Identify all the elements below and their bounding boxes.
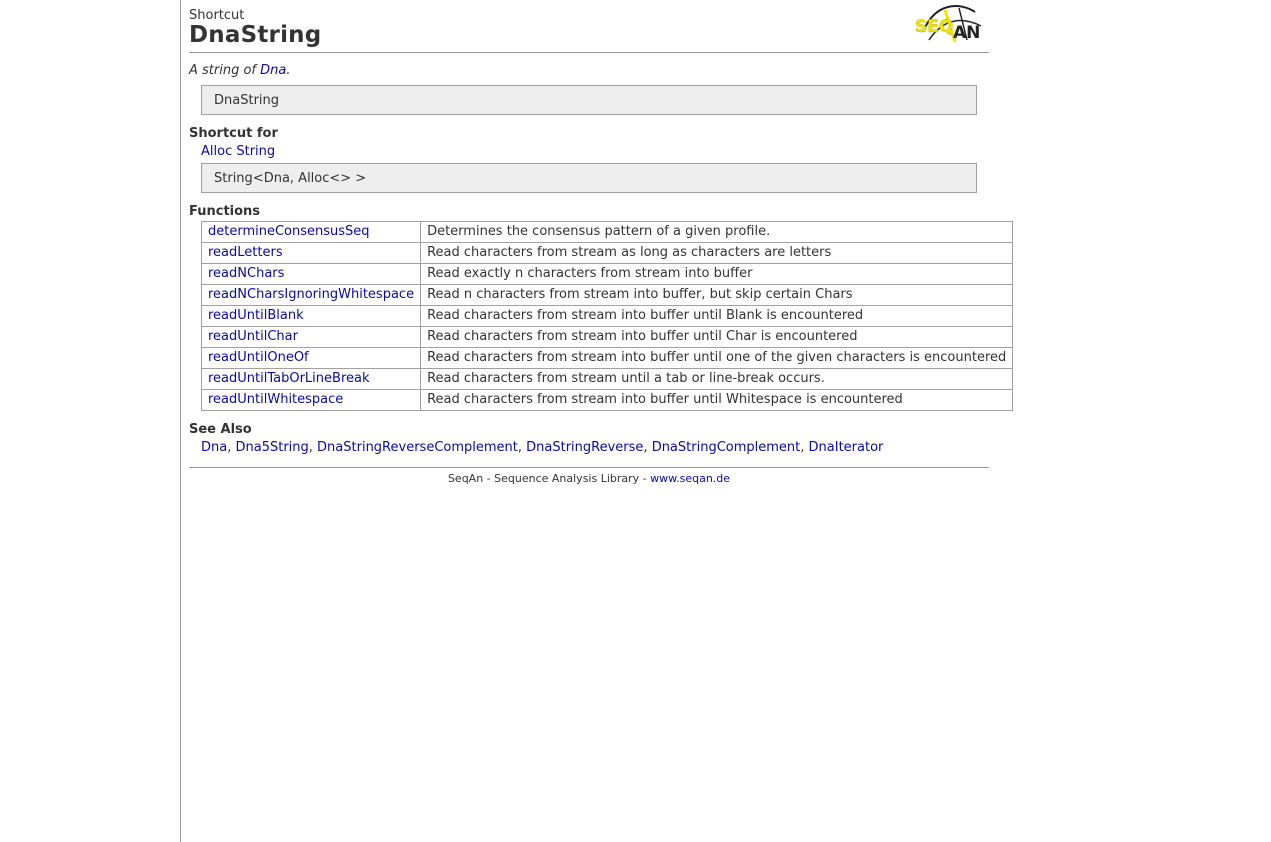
svg-text:SEQ: SEQ [915, 17, 953, 37]
separator: , [517, 440, 527, 455]
seqan-logo[interactable]: SEQ AN [915, 2, 987, 46]
page-header: Shortcut DnaString SEQ AN [189, 0, 989, 53]
footer-seqan-link[interactable]: www.seqan.de [650, 472, 730, 485]
see-also-link[interactable]: DnaStringComplement [652, 440, 801, 455]
footer-text: SeqAn - Sequence Analysis Library - [447, 472, 651, 485]
table-row: readLetters Read characters from stream a… [200, 242, 1014, 264]
function-link[interactable]: readUntilTabOrLineBreak [208, 371, 370, 386]
function-link[interactable]: readNCharsIgnoringWhitespace [208, 287, 414, 302]
table-row: readUntilTabOrLineBreak Read characters f… [200, 368, 1014, 390]
function-link[interactable]: readNChars [208, 266, 284, 281]
table-row: readUntilBlank Read characters from strea… [200, 305, 1014, 327]
function-description: Read n characters from stream into buffe… [420, 284, 1014, 306]
table-row: readUntilWhitespace Read characters from … [200, 389, 1014, 411]
shortcut-for-row: Alloc String [201, 143, 989, 161]
see-also-link[interactable]: DnaStringReverseComplement [317, 440, 518, 455]
functions-heading: Functions [189, 204, 261, 219]
svg-text:AN: AN [953, 23, 980, 43]
alloc-string-link[interactable]: Alloc String [201, 144, 275, 159]
function-name-cell: readUntilWhitespace [200, 389, 422, 411]
function-link[interactable]: readUntilBlank [208, 308, 304, 323]
separator: , [643, 440, 652, 455]
page-title: DnaString [189, 22, 322, 48]
see-also-link[interactable]: Dna5String [235, 440, 308, 455]
function-link[interactable]: readUntilChar [208, 329, 298, 344]
function-name-cell: determineConsensusSeq [200, 221, 422, 243]
table-row: readUntilChar Read characters from stream… [200, 326, 1014, 348]
summary-dna-link[interactable]: Dna [260, 63, 286, 78]
function-name-cell: readUntilOneOf [200, 347, 422, 369]
separator: , [800, 440, 809, 455]
function-description: Read characters from stream into buffer … [420, 326, 1014, 348]
table-row: determineConsensusSeq Determines the cons… [200, 221, 1014, 243]
function-link[interactable]: readUntilOneOf [208, 350, 309, 365]
summary-suffix: . [286, 63, 291, 78]
function-description: Read characters from stream until a tab … [420, 368, 1014, 390]
see-also-heading: See Also [189, 422, 252, 437]
doc-page: Shortcut DnaString SEQ AN A string of Dn… [189, 0, 1014, 485]
table-row: readNCharsIgnoringWhitespace Read n chara… [200, 284, 1014, 306]
signature-box: DnaString [201, 85, 977, 115]
function-link[interactable]: determineConsensusSeq [208, 224, 370, 239]
see-also-link[interactable]: Dna [201, 440, 227, 455]
summary: A string of Dna. [189, 62, 989, 80]
functions-table: determineConsensusSeq Determines the cons… [200, 221, 1014, 411]
function-link[interactable]: readUntilWhitespace [208, 392, 343, 407]
table-row: readUntilOneOf Read characters from strea… [200, 347, 1014, 369]
separator: , [308, 440, 318, 455]
function-description: Determines the consensus pattern of a gi… [420, 221, 1014, 243]
function-name-cell: readLetters [200, 242, 422, 264]
function-link[interactable]: readLetters [208, 245, 283, 260]
function-name-cell: readNChars [200, 263, 422, 285]
function-name-cell: readUntilBlank [200, 305, 422, 327]
function-name-cell: readUntilChar [200, 326, 422, 348]
shortcut-for-heading: Shortcut for [189, 126, 278, 141]
table-row: readNChars Read exactly n characters from… [200, 263, 1014, 285]
left-border-rule [180, 0, 181, 842]
shortcut-code-box: String<Dna, Alloc<> > [201, 163, 977, 193]
function-description: Read exactly n characters from stream in… [420, 263, 1014, 285]
see-also-list: Dna, Dna5String, DnaStringReverseComplem… [201, 439, 989, 457]
see-also-link[interactable]: DnaStringReverse [526, 440, 643, 455]
function-description: Read characters from stream into buffer … [420, 389, 1014, 411]
function-description: Read characters from stream into buffer … [420, 305, 1014, 327]
see-also-link[interactable]: DnaIterator [809, 440, 884, 455]
function-description: Read characters from stream as long as c… [420, 242, 1014, 264]
function-description: Read characters from stream into buffer … [420, 347, 1014, 369]
function-name-cell: readNCharsIgnoringWhitespace [200, 284, 422, 306]
entity-kind: Shortcut [189, 8, 245, 23]
summary-prefix: A string of [189, 63, 261, 78]
footer: SeqAn - Sequence Analysis Library - www.… [189, 467, 989, 485]
function-name-cell: readUntilTabOrLineBreak [200, 368, 422, 390]
